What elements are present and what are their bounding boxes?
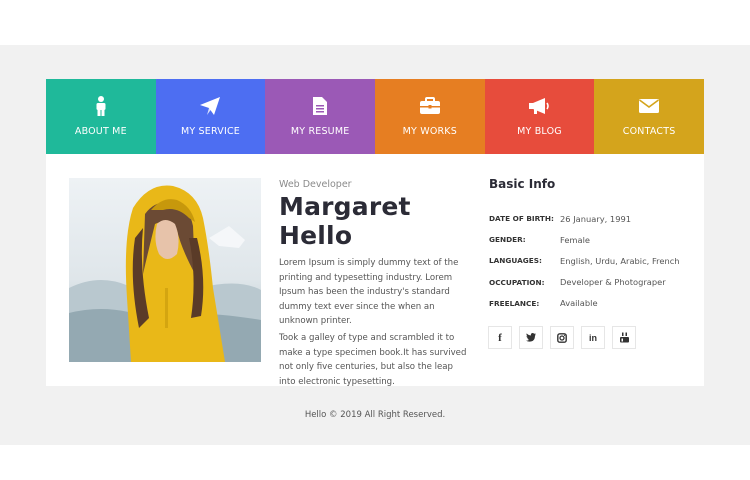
nav-my-service[interactable]: MY SERVICE (155, 79, 266, 154)
bio-section: Web Developer Margaret Hello Lorem Ipsum… (279, 179, 471, 389)
instagram-button[interactable] (550, 326, 574, 349)
linkedin-icon: in (589, 332, 597, 343)
info-key: DATE OF BIRTH: (489, 214, 554, 224)
facebook-button[interactable]: f (488, 326, 512, 349)
person-icon (94, 95, 108, 117)
nav-about-me[interactable]: ABOUT ME (46, 79, 156, 154)
nav-label: MY WORKS (402, 126, 457, 137)
document-icon (312, 95, 328, 117)
info-value: Developer & Photograper (560, 277, 666, 288)
info-row: GENDER: Female (489, 229, 689, 250)
info-value: Female (560, 234, 590, 245)
bio-paragraph: Took a galley of type and scrambled it t… (279, 332, 467, 387)
nav-my-works[interactable]: MY WORKS (374, 79, 485, 154)
info-key: OCCUPATION: (489, 277, 545, 287)
social-links: f in (488, 326, 636, 349)
profile-card: ABOUT ME MY SERVICE MY RESUME MY WORKS M… (46, 79, 704, 389)
bio-paragraph: Lorem Ipsum is simply dummy text of the … (279, 258, 459, 327)
envelope-icon (638, 95, 660, 117)
nav-label: MY BLOG (517, 126, 562, 137)
twitter-button[interactable] (519, 326, 543, 349)
megaphone-icon (528, 95, 550, 117)
nav-label: CONTACTS (622, 126, 676, 137)
facebook-icon: f (498, 331, 502, 344)
info-row: DATE OF BIRTH: 26 January, 1991 (489, 208, 689, 229)
youtube-icon (619, 332, 629, 343)
nav-my-blog[interactable]: MY BLOG (484, 79, 595, 154)
briefcase-icon (419, 95, 441, 117)
nav-label: MY RESUME (290, 126, 350, 137)
basic-info-list: DATE OF BIRTH: 26 January, 1991 GENDER: … (489, 208, 689, 314)
profile-name: Margaret Hello (279, 192, 411, 250)
youtube-button[interactable] (612, 326, 636, 349)
basic-info: Basic Info DATE OF BIRTH: 26 January, 19… (489, 177, 689, 314)
info-key: GENDER: (489, 235, 526, 245)
nav-contacts[interactable]: CONTACTS (594, 79, 704, 154)
basic-info-heading: Basic Info (489, 177, 556, 191)
twitter-icon (526, 333, 536, 342)
info-row: FREELANCE: Available (489, 293, 689, 314)
nav-label: MY SERVICE (180, 126, 241, 137)
nav-my-resume[interactable]: MY RESUME (265, 79, 375, 154)
instagram-icon (557, 332, 567, 343)
job-title: Web Developer (279, 179, 352, 190)
info-row: LANGUAGES: English, Urdu, Arabic, French (489, 250, 689, 271)
footer-copyright: Hello © 2019 All Right Reserved. (304, 410, 446, 420)
profile-photo (69, 178, 261, 362)
info-value: Available (560, 298, 598, 309)
main-nav: ABOUT ME MY SERVICE MY RESUME MY WORKS M… (46, 79, 704, 154)
nav-label: ABOUT ME (74, 126, 127, 137)
info-key: LANGUAGES: (489, 256, 542, 266)
paper-plane-icon (199, 95, 221, 117)
info-value: 26 January, 1991 (560, 213, 632, 224)
info-key: FREELANCE: (489, 298, 540, 308)
info-row: OCCUPATION: Developer & Photograper (489, 272, 689, 293)
linkedin-button[interactable]: in (581, 326, 605, 349)
info-value: English, Urdu, Arabic, French (560, 255, 680, 266)
